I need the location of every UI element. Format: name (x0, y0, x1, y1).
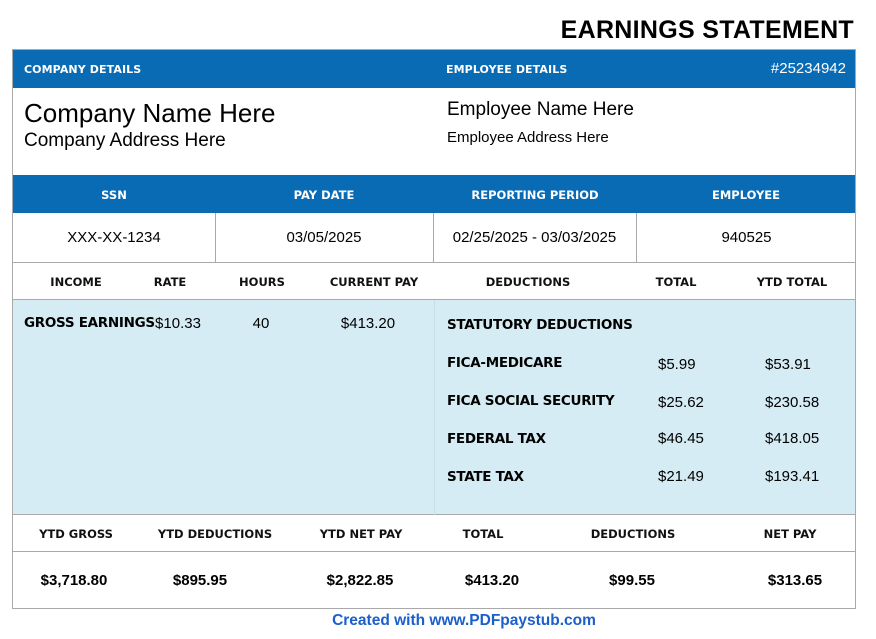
deduction-total: $5.99 (658, 356, 696, 373)
summary-deductions-header: DEDUCTIONS (590, 527, 676, 541)
page-title: EARNINGS STATEMENT (560, 16, 854, 44)
deduction-ytd: $230.58 (765, 394, 820, 411)
current-pay-value: $413.20 (340, 315, 396, 332)
details-header-bar: COMPANY DETAILS EMPLOYEE DETAILS #252349… (13, 50, 855, 88)
deduction-total: $46.45 (658, 430, 704, 447)
income-header: INCOME (50, 275, 102, 289)
summary-total-header: TOTAL (462, 527, 504, 541)
ytd-deductions-header: YTD DEDUCTIONS (157, 527, 273, 541)
gross-earnings-label: GROSS EARNINGS (24, 315, 155, 331)
company-details-label: COMPANY DETAILS (24, 63, 142, 76)
earnings-statement: COMPANY DETAILS EMPLOYEE DETAILS #252349… (12, 49, 856, 609)
hours-header: HOURS (239, 275, 285, 289)
ytd-gross-value: $3,718.80 (40, 572, 108, 589)
pay-date-header: PAY DATE (293, 188, 355, 202)
deduction-label: FICA-MEDICARE (447, 355, 563, 371)
info-row: XXX-XX-1234 03/05/2025 02/25/2025 - 03/0… (13, 213, 855, 263)
summary-deductions-value: $99.55 (609, 572, 655, 589)
reporting-period-value: 02/25/2025 - 03/03/2025 (452, 229, 617, 246)
ssn-value: XXX-XX-1234 (67, 229, 161, 246)
total-header: TOTAL (655, 275, 697, 289)
employee-name: Employee Name Here (447, 99, 634, 120)
earnings-column-headers: INCOME RATE HOURS CURRENT PAY DEDUCTIONS… (13, 263, 855, 300)
ytd-net-pay-value: $2,822.85 (326, 572, 394, 589)
company-address: Company Address Here (24, 130, 226, 151)
deduction-ytd: $53.91 (765, 356, 811, 373)
deduction-total: $25.62 (658, 394, 704, 411)
net-pay-value: $313.65 (767, 572, 823, 589)
rate-value: $10.33 (155, 315, 201, 332)
statutory-deductions-label: STATUTORY DEDUCTIONS (447, 317, 633, 333)
earnings-deductions-body: GROSS EARNINGS $10.33 40 $413.20 STATUTO… (13, 300, 855, 515)
pay-date-value: 03/05/2025 (286, 229, 362, 246)
deduction-label: FICA SOCIAL SECURITY (447, 393, 615, 409)
info-header-bar: SSN PAY DATE REPORTING PERIOD EMPLOYEE (13, 175, 855, 213)
deduction-ytd: $193.41 (765, 468, 820, 485)
deduction-label: STATE TAX (447, 469, 524, 485)
deductions-header: DEDUCTIONS (485, 275, 571, 289)
deduction-ytd: $418.05 (765, 430, 820, 447)
summary-headers: YTD GROSS YTD DEDUCTIONS YTD NET PAY TOT… (13, 515, 855, 552)
ytd-total-header: YTD TOTAL (756, 275, 828, 289)
statement-number: #25234942 (770, 60, 846, 77)
ytd-net-pay-header: YTD NET PAY (319, 527, 403, 541)
ytd-gross-header: YTD GROSS (39, 527, 113, 541)
deduction-total: $21.49 (658, 468, 704, 485)
employee-details-label: EMPLOYEE DETAILS (446, 63, 568, 76)
employee-address: Employee Address Here (447, 129, 609, 146)
company-name: Company Name Here (24, 98, 276, 128)
rate-header: RATE (153, 275, 187, 289)
summary-values: $3,718.80 $895.95 $2,822.85 $413.20 $99.… (13, 552, 855, 610)
employee-id-header: EMPLOYEE (711, 188, 781, 202)
reporting-period-header: REPORTING PERIOD (471, 188, 599, 202)
hours-value: 40 (252, 315, 270, 332)
footer-credit-link[interactable]: Created with www.PDFpaystub.com (0, 612, 876, 630)
ytd-deductions-value: $895.95 (172, 572, 228, 589)
ssn-header: SSN (101, 188, 127, 202)
summary-total-value: $413.20 (464, 572, 520, 589)
divider (434, 300, 435, 515)
current-pay-header: CURRENT PAY (329, 275, 419, 289)
deduction-label: FEDERAL TAX (447, 431, 546, 447)
employee-id-value: 940525 (721, 229, 772, 246)
net-pay-header: NET PAY (763, 527, 817, 541)
